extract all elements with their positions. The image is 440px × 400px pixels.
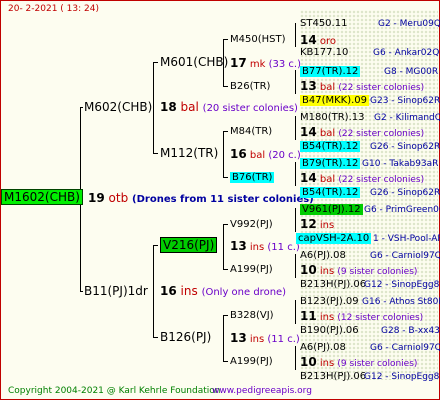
l4-node[interactable]: B213H(PJ).06 bbox=[300, 370, 366, 383]
connector bbox=[295, 116, 296, 140]
l4-node[interactable]: capVSH-2A.10 bbox=[296, 232, 372, 245]
l3-info: 11 ins (12 sister colonies) bbox=[300, 309, 424, 324]
connector bbox=[223, 269, 228, 270]
l4-node[interactable]: A6(PJ).08 bbox=[300, 249, 346, 262]
l4-ancestor: G2 - Meru09Q bbox=[378, 19, 440, 29]
connector bbox=[153, 245, 154, 337]
l3-info: 14 bal (22 sister colonies) bbox=[300, 171, 425, 186]
l2-info: 13 ins (11 c.) bbox=[230, 239, 300, 254]
connector bbox=[153, 62, 154, 153]
l4-node[interactable]: B54(TR).12 bbox=[300, 140, 361, 153]
l3-info: 10 ins (9 sister colonies) bbox=[300, 263, 418, 278]
l2-info: 16 bal (20 c.) bbox=[230, 147, 301, 162]
l2-node[interactable]: V216(PJ) bbox=[160, 237, 218, 253]
l3-node[interactable]: A199(PJ) bbox=[230, 355, 273, 368]
connector bbox=[80, 107, 83, 108]
l2-info: 17 mk (33 c.) bbox=[230, 56, 302, 71]
l4-node[interactable]: M180(TR).13 bbox=[300, 111, 364, 124]
connector bbox=[223, 131, 228, 132]
l4-node[interactable]: A6(PJ).08 bbox=[300, 341, 346, 354]
l4-ancestor: G6 - Carniol97Q bbox=[370, 251, 440, 261]
connector bbox=[153, 62, 158, 63]
l3-node[interactable]: B76(TR) bbox=[230, 171, 275, 184]
l4-ancestor: 1 - VSH-Pool-AR bbox=[373, 234, 440, 244]
l4-ancestor: G6 - Ankar02Q bbox=[373, 48, 440, 58]
connector bbox=[295, 208, 296, 232]
l2-node[interactable]: M112(TR) bbox=[160, 147, 218, 160]
l3-node[interactable]: V992(PJ) bbox=[230, 218, 273, 231]
l2-info: 13 ins (11 c.) bbox=[230, 331, 300, 346]
l3-info: 12 ins bbox=[300, 217, 335, 232]
connector bbox=[223, 224, 228, 225]
connector bbox=[80, 291, 83, 292]
connector bbox=[223, 39, 228, 40]
connector bbox=[295, 300, 296, 324]
connector bbox=[223, 315, 228, 316]
l4-ancestor: G16 - Athos St80R bbox=[362, 297, 440, 307]
connector bbox=[295, 23, 296, 47]
l4-ancestor: G26 - Sinop62R bbox=[370, 188, 440, 198]
connector bbox=[153, 153, 158, 154]
connector bbox=[223, 86, 228, 87]
footer-site: www.pedigreeapis.org bbox=[212, 386, 312, 396]
root-node[interactable]: M1602(CHB) bbox=[1, 189, 83, 205]
l2-node[interactable]: B126(PJ) bbox=[160, 331, 211, 344]
connector bbox=[295, 254, 296, 278]
l4-ancestor: G6 - PrimGreen00 bbox=[364, 205, 440, 215]
l4-ancestor: G12 - SinopEgg86R bbox=[364, 372, 440, 382]
l3-info: 10 ins (9 sister colonies) bbox=[300, 355, 418, 370]
connector bbox=[153, 245, 158, 246]
l4-node[interactable]: V961(PJ).12 bbox=[300, 203, 363, 216]
root-name: M1602(CHB) bbox=[1, 189, 83, 205]
l3-info: 13 bal (22 sister colonies) bbox=[300, 79, 425, 94]
l4-ancestor: G10 - Takab93aR bbox=[362, 159, 439, 169]
l1-info: 18 bal (20 sister colonies) bbox=[160, 100, 298, 115]
connector bbox=[223, 224, 224, 269]
l4-ancestor: G26 - Sinop62R bbox=[370, 142, 440, 152]
connector bbox=[223, 131, 224, 177]
root-suffix: otb bbox=[108, 191, 129, 205]
connector bbox=[295, 70, 296, 94]
l4-node[interactable]: B54(TR).12 bbox=[300, 186, 361, 199]
connector bbox=[223, 177, 228, 178]
l3-node[interactable]: M84(TR) bbox=[230, 125, 272, 138]
l4-node[interactable]: ST450.11 bbox=[300, 17, 347, 30]
connector bbox=[295, 162, 296, 186]
connector bbox=[153, 337, 158, 338]
footer-copyright: Copyright 2004-2021 @ Karl Kehrle Founda… bbox=[8, 386, 221, 396]
l3-node[interactable]: B328(VJ) bbox=[230, 309, 274, 322]
l4-ancestor: G2 - KilimandQ bbox=[374, 113, 440, 123]
l1-info: 16 ins (Only one drone) bbox=[160, 284, 287, 299]
header-date: 20- 2-2021 ( 13: 24) bbox=[8, 4, 99, 14]
l1-node[interactable]: M602(CHB) bbox=[84, 101, 152, 114]
connector bbox=[223, 361, 228, 362]
root-note: (Drones from 11 sister colonies) bbox=[132, 194, 314, 205]
l4-ancestor: G6 - Carniol97Q bbox=[370, 343, 440, 353]
l4-node[interactable]: B79(TR).12 bbox=[300, 157, 361, 170]
l3-node[interactable]: B26(TR) bbox=[230, 80, 270, 93]
l4-node[interactable]: B213H(PJ).06 bbox=[300, 278, 366, 291]
l3-node[interactable]: M450(HST) bbox=[230, 33, 286, 46]
l1-node[interactable]: B11(PJ)1dr bbox=[84, 285, 148, 298]
connector bbox=[295, 346, 296, 370]
l4-node[interactable]: KB177.10 bbox=[300, 46, 348, 59]
root-info: 19 otb (Drones from 11 sister colonies) bbox=[88, 192, 314, 206]
l4-node[interactable]: B47(MKK).09 bbox=[300, 94, 370, 107]
l4-node[interactable]: B77(TR).12 bbox=[300, 65, 361, 78]
l2-node[interactable]: M601(CHB) bbox=[160, 56, 228, 69]
root-year: 19 bbox=[88, 191, 105, 205]
l4-ancestor: G28 - B-xx43 bbox=[381, 326, 440, 336]
l4-ancestor: G12 - SinopEgg86R bbox=[364, 280, 440, 290]
l4-node[interactable]: B190(PJ).06 bbox=[300, 324, 359, 337]
l3-info: 14 bal (22 sister colonies) bbox=[300, 125, 425, 140]
l4-ancestor: G8 - MG00R bbox=[384, 67, 439, 77]
l4-node[interactable]: B123(PJ).09 bbox=[300, 295, 359, 308]
connector bbox=[223, 315, 224, 361]
l4-ancestor: G23 - Sinop62R bbox=[370, 96, 440, 106]
l3-node[interactable]: A199(PJ) bbox=[230, 263, 273, 276]
